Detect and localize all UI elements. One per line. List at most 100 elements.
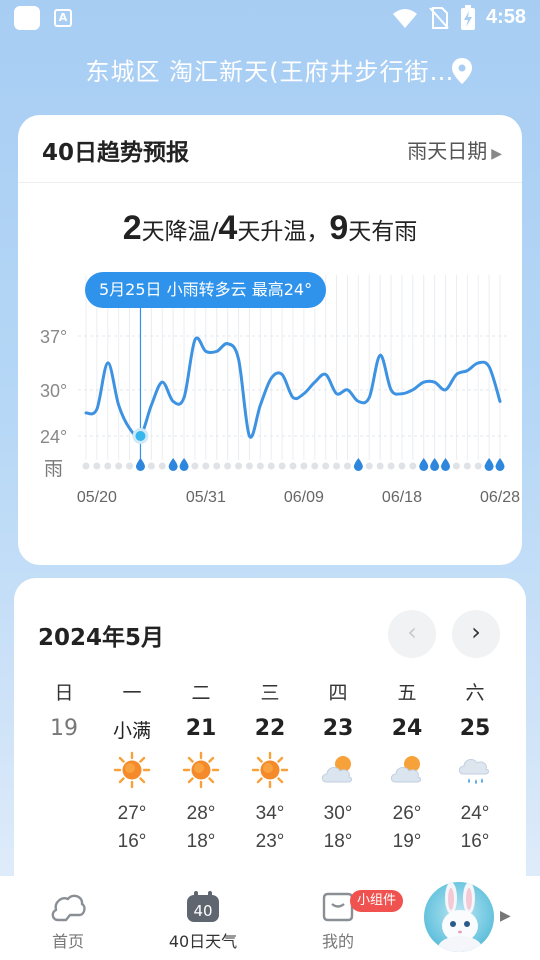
- x-tick-label: 06/09: [284, 489, 324, 506]
- no-rain-dot: [343, 462, 351, 470]
- calendar-day[interactable]: 21: [171, 716, 231, 741]
- sunny-icon: [113, 751, 151, 789]
- no-rain-dot: [463, 462, 471, 470]
- rain-dates-label[interactable]: 雨天日期: [407, 139, 487, 163]
- calendar-day[interactable]: 22: [240, 716, 300, 741]
- calendar-title: 2024年5月: [38, 625, 165, 651]
- no-rain-dot: [365, 462, 373, 470]
- no-rain-dot: [333, 462, 341, 470]
- nav-home-label[interactable]: 首页: [18, 928, 118, 952]
- calendar-day[interactable]: 小满: [102, 716, 162, 743]
- status-bar: A 4:58: [0, 0, 540, 36]
- rain-label: 天有雨: [348, 219, 418, 245]
- rain-days: 9: [329, 209, 349, 247]
- no-rain-dot: [322, 462, 330, 470]
- widget-badge[interactable]: 小组件: [350, 890, 404, 912]
- no-rain-dot: [245, 462, 253, 470]
- rain-drop-icon: [168, 458, 178, 471]
- rain-drop-icon: [353, 458, 363, 471]
- sunny-icon: [182, 751, 220, 789]
- bunny-avatar-icon[interactable]: [424, 882, 494, 952]
- partly-cloudy-icon: [321, 756, 352, 783]
- no-rain-dot: [256, 462, 264, 470]
- selected-point: [135, 431, 146, 441]
- next-month-button[interactable]: ›: [452, 610, 500, 658]
- low-temp: 18°: [323, 831, 353, 852]
- forty-day-icon: 40: [187, 891, 219, 922]
- no-rain-dot: [300, 462, 308, 470]
- sunny-icon: [251, 751, 289, 789]
- no-rain-dot: [398, 462, 406, 470]
- no-rain-dot: [452, 462, 460, 470]
- no-rain-dot: [126, 462, 134, 470]
- warming-label: 天升温，: [237, 219, 330, 245]
- high-temp: 26°: [392, 803, 422, 824]
- a-notification-icon: A: [54, 9, 72, 27]
- rain-icon: [458, 758, 489, 784]
- wifi-icon: [393, 9, 417, 28]
- no-rain-dot: [191, 462, 199, 470]
- high-temp: 27°: [117, 803, 147, 824]
- no-rain-dot: [289, 462, 297, 470]
- rain-drop-icon: [441, 458, 451, 471]
- no-rain-dot: [93, 462, 101, 470]
- low-temp-row: 16° 18° 23° 18° 19° 16°: [14, 831, 526, 861]
- selected-day-tooltip: 5月25日 小雨转多云 最高24°: [85, 272, 327, 308]
- weekday-label: 一: [122, 682, 142, 704]
- no-rain-dot: [213, 462, 221, 470]
- calendar-day[interactable]: 25: [445, 716, 505, 741]
- rain-dates-link[interactable]: 雨天日期 ▶: [407, 135, 502, 164]
- no-rain-dot: [387, 462, 395, 470]
- y-tick-label: 37°: [40, 327, 67, 347]
- rain-row-label: 雨: [44, 458, 63, 480]
- high-temp: 28°: [186, 803, 216, 824]
- weekday-label: 五: [397, 682, 417, 704]
- nav-home[interactable]: 首页: [18, 876, 118, 960]
- triangle-right-icon: ▶: [491, 146, 502, 162]
- trend-card: 40日趋势预报 雨天日期 ▶ 2天降温/4天升温，9天有雨 37° 30° 24° 雨 0…: [18, 115, 522, 565]
- warming-days: 4: [218, 209, 238, 247]
- no-rain-dot: [82, 462, 90, 470]
- x-tick-label: 06/28: [480, 489, 520, 506]
- trend-chart[interactable]: 37° 30° 24° 雨 05/20 05/31 06/09 06/18 06/28: [18, 265, 522, 555]
- no-rain-dot: [311, 462, 319, 470]
- weekday-label: 四: [328, 682, 348, 704]
- y-tick-label: 24°: [40, 427, 67, 447]
- weekday-label: 六: [465, 682, 485, 704]
- forty-icon-text: 40: [193, 902, 212, 920]
- location-pin-icon[interactable]: [452, 58, 472, 84]
- high-temp: 34°: [255, 803, 285, 824]
- no-rain-dot: [147, 462, 155, 470]
- trend-title: 40日趋势预报: [42, 140, 190, 166]
- nav-mine-label[interactable]: 我的: [288, 928, 388, 952]
- rain-drop-icon: [419, 458, 429, 471]
- triangle-right-icon[interactable]: ▶: [500, 908, 511, 924]
- status-time: 4:58: [486, 6, 527, 28]
- weather-icon-row: [14, 750, 526, 790]
- battery-charging-icon: [461, 5, 475, 30]
- low-temp: 16°: [117, 831, 147, 852]
- trend-header: 40日趋势预报 雨天日期 ▶: [18, 115, 522, 183]
- cooling-days: 2: [122, 209, 142, 247]
- prev-month-button[interactable]: ‹: [388, 610, 436, 658]
- location-bar[interactable]: 东城区 淘汇新天(王府井步行街…: [0, 52, 540, 92]
- day-row: 19 小满 21 22 23 24 25: [14, 716, 526, 746]
- nav-mine[interactable]: 我的: [288, 876, 388, 960]
- nav-40day[interactable]: 40 40日天气: [153, 876, 253, 960]
- no-rain-dot: [409, 462, 417, 470]
- calendar-day[interactable]: 24: [377, 716, 437, 741]
- nav-40day-label[interactable]: 40日天气: [153, 928, 253, 952]
- location-text[interactable]: 东城区 淘汇新天(王府井步行街…: [86, 58, 455, 86]
- no-rain-dot: [278, 462, 286, 470]
- rain-drop-icon: [135, 458, 145, 471]
- low-temp: 23°: [255, 831, 285, 852]
- calendar-day[interactable]: 19: [34, 716, 94, 741]
- chevron-right-icon: ›: [471, 618, 481, 646]
- weekday-row: 日一二三四五六: [14, 678, 526, 708]
- x-tick-label: 06/18: [382, 489, 422, 506]
- weekday-label: 三: [260, 682, 280, 704]
- rain-drop-icon: [495, 458, 505, 471]
- partly-cloudy-icon: [390, 756, 421, 783]
- calendar-day[interactable]: 23: [308, 716, 368, 741]
- high-temp-row: 27° 28° 34° 30° 26° 24°: [14, 803, 526, 833]
